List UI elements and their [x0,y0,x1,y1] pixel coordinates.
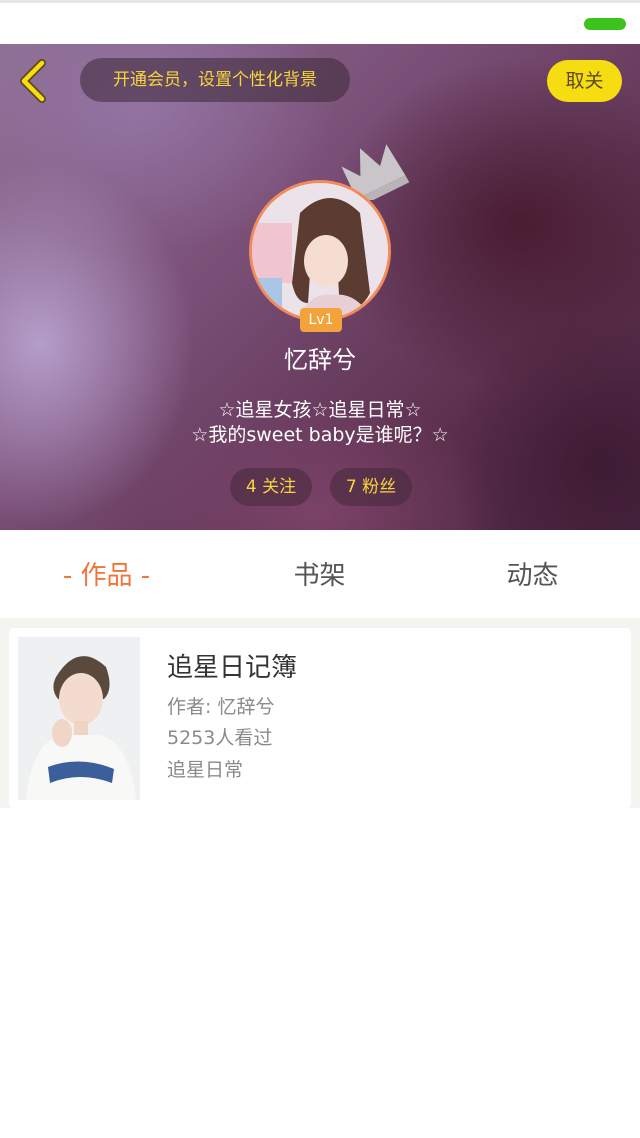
vip-upgrade-banner[interactable]: 开通会员，设置个性化背景 [80,58,350,102]
following-count-button[interactable]: 4 关注 [230,468,312,506]
bio-line: ☆我的sweet baby是谁呢？☆ [191,424,449,446]
chevron-left-icon [20,59,46,103]
bio-line: ☆追星女孩☆追星日常☆ [218,399,422,421]
book-cover [18,637,140,800]
book-title: 追星日记簿 [167,653,298,683]
unfollow-button[interactable]: 取关 [547,60,622,102]
bio: ☆追星女孩☆追星日常☆ ☆我的sweet baby是谁呢？☆ [0,398,640,448]
book-card[interactable]: 追星日记簿 作者: 忆辞兮 5253人看过 追星日常 [9,628,631,808]
avatar-image [252,183,388,319]
tab-works[interactable]: - 作品 - [0,530,213,618]
back-button[interactable] [14,58,54,104]
avatar[interactable] [249,180,391,322]
battery-indicator [584,18,626,30]
profile-screen: 开通会员，设置个性化背景 取关 Lv1 忆辞兮 ☆追星女孩☆追星日常☆ ☆我的s… [0,0,640,1138]
fans-count-button[interactable]: 7 粉丝 [330,468,412,506]
level-badge: Lv1 [300,308,342,332]
works-list: 追星日记簿 作者: 忆辞兮 5253人看过 追星日常 [0,618,640,1138]
tab-activity[interactable]: 动态 [426,530,639,618]
tab-bookshelf[interactable]: 书架 [213,530,426,618]
book-category: 追星日常 [167,759,244,781]
profile-tabs: - 作品 - 书架 动态 [0,530,640,618]
book-author: 作者: 忆辞兮 [167,696,275,718]
username: 忆辞兮 [284,346,356,374]
profile-header: 开通会员，设置个性化背景 取关 Lv1 忆辞兮 ☆追星女孩☆追星日常☆ ☆我的s… [0,44,640,530]
works-list-background: 追星日记簿 作者: 忆辞兮 5253人看过 追星日常 [0,618,640,808]
book-cover-image [18,637,140,800]
book-view-count: 5253人看过 [167,727,273,749]
status-bar [0,0,640,44]
